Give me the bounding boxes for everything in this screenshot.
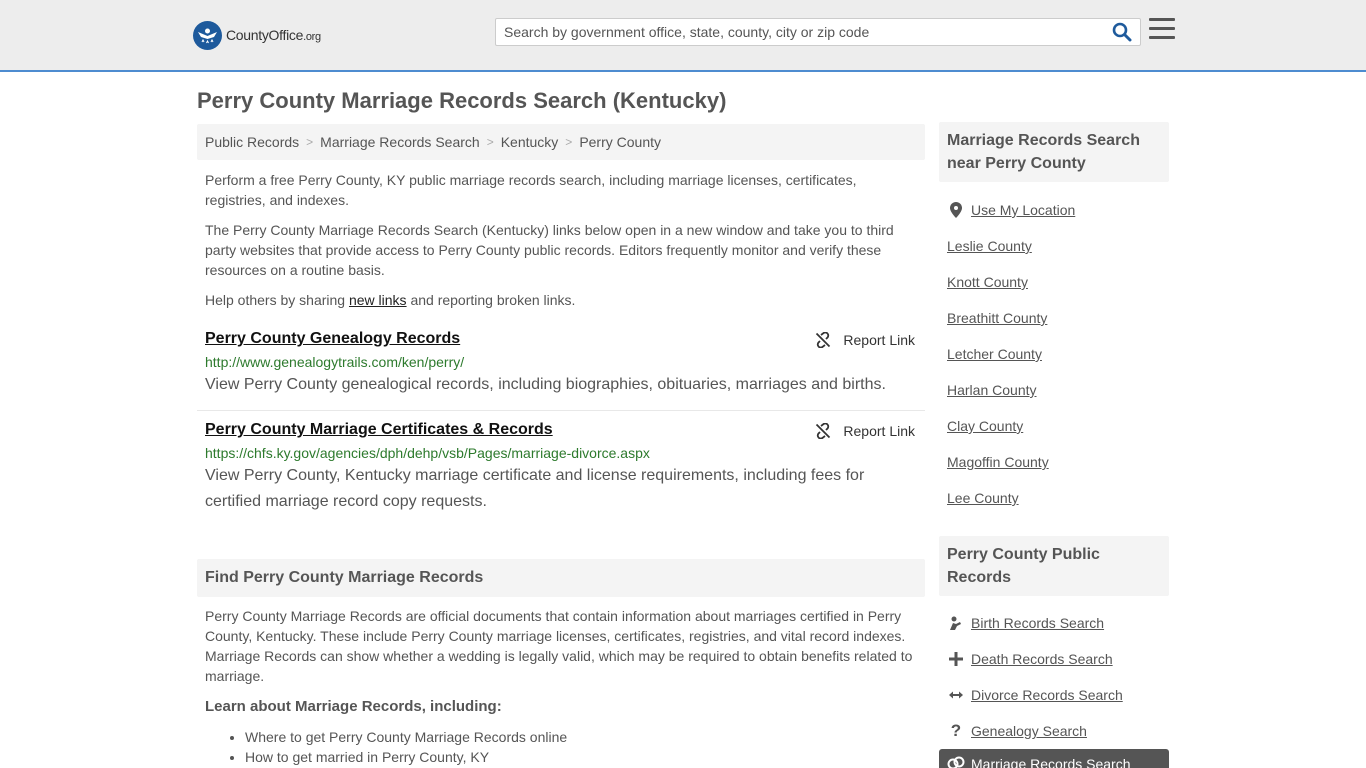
use-my-location-link[interactable]: Use My Location [947,201,1075,219]
public-records-heading: Perry County Public Records [939,536,1169,596]
intro-paragraph-1: Perform a free Perry County, KY public m… [205,172,857,208]
breadcrumb: Public Records > Marriage Records Search… [197,124,925,160]
breadcrumb-perry-county[interactable]: Perry County [579,134,661,150]
breadcrumb-marriage-records[interactable]: Marriage Records Search [320,134,480,150]
hamburger-menu-icon[interactable] [1149,18,1175,42]
nearby-county-link[interactable]: Knott County [947,274,1028,290]
learn-list: Where to get Perry County Marriage Recor… [245,727,567,767]
intro-paragraph-2: The Perry County Marriage Records Search… [205,222,894,278]
search-input[interactable] [496,19,1096,45]
birth-records-link[interactable]: Birth Records Search [947,614,1104,632]
nearby-county-link[interactable]: Leslie County [947,238,1032,254]
list-item: Where to get Perry County Marriage Recor… [245,727,567,747]
result-url: http://www.genealogytrails.com/ken/perry… [205,354,465,370]
baby-icon [947,614,965,632]
report-link-button[interactable]: Report Link [815,332,915,348]
nearby-county-link[interactable]: Breathitt County [947,310,1047,326]
breadcrumb-separator: > [306,135,314,149]
result-divider [197,410,925,411]
split-arrows-icon [947,686,965,704]
list-item: How to get married in Perry County, KY [245,747,567,767]
breadcrumb-public-records[interactable]: Public Records [205,134,299,150]
divorce-records-link[interactable]: Divorce Records Search [947,686,1123,704]
nearby-heading: Marriage Records Search near Perry Count… [939,122,1169,182]
nearby-county-link[interactable]: Magoffin County [947,454,1049,470]
map-pin-icon [947,201,965,219]
marriage-records-active-link[interactable]: Marriage Records Search [939,749,1169,768]
rings-icon [947,756,965,768]
breadcrumb-kentucky[interactable]: Kentucky [501,134,559,150]
site-logo[interactable]: CountyOffice.org [193,20,321,50]
breadcrumb-separator: > [565,135,573,149]
nearby-county-link[interactable]: Letcher County [947,346,1042,362]
result-title-link[interactable]: Perry County Marriage Certificates & Rec… [205,421,553,439]
result-title-link[interactable]: Perry County Genealogy Records [205,330,460,348]
report-link-button[interactable]: Report Link [815,423,915,439]
question-icon: ? [950,721,962,740]
nearby-county-link[interactable]: Clay County [947,418,1023,434]
new-links-link[interactable]: new links [349,292,407,308]
result-description: View Perry County, Kentucky marriage cer… [205,467,865,510]
result-item: Perry County Genealogy Records Report Li… [197,330,925,398]
logo-eagle-icon [193,20,222,50]
nearby-county-link[interactable]: Harlan County [947,382,1037,398]
result-description: View Perry County genealogical records, … [205,376,886,393]
broken-link-icon [816,332,831,348]
cross-icon [947,650,965,668]
death-records-link[interactable]: Death Records Search [947,650,1113,668]
site-header: CountyOffice.org [0,0,1366,72]
nearby-county-link[interactable]: Lee County [947,490,1019,506]
search-button[interactable] [1112,22,1134,44]
intro-paragraph-3: Help others by sharing new links and rep… [205,292,576,308]
result-url: https://chfs.ky.gov/agencies/dph/dehp/vs… [205,445,650,461]
broken-link-icon [816,423,831,439]
page-title: Perry County Marriage Records Search (Ke… [197,88,727,113]
find-records-body: Perry County Marriage Records are offici… [205,608,913,684]
search-bar [495,18,1141,46]
logo-wordmark: CountyOffice.org [226,27,321,43]
genealogy-search-link[interactable]: ? Genealogy Search [947,721,1087,740]
breadcrumb-separator: > [486,135,494,149]
find-records-heading: Find Perry County Marriage Records [197,559,925,597]
result-item: Perry County Marriage Certificates & Rec… [197,421,925,515]
learn-heading: Learn about Marriage Records, including: [205,698,502,715]
search-icon [1112,22,1132,42]
